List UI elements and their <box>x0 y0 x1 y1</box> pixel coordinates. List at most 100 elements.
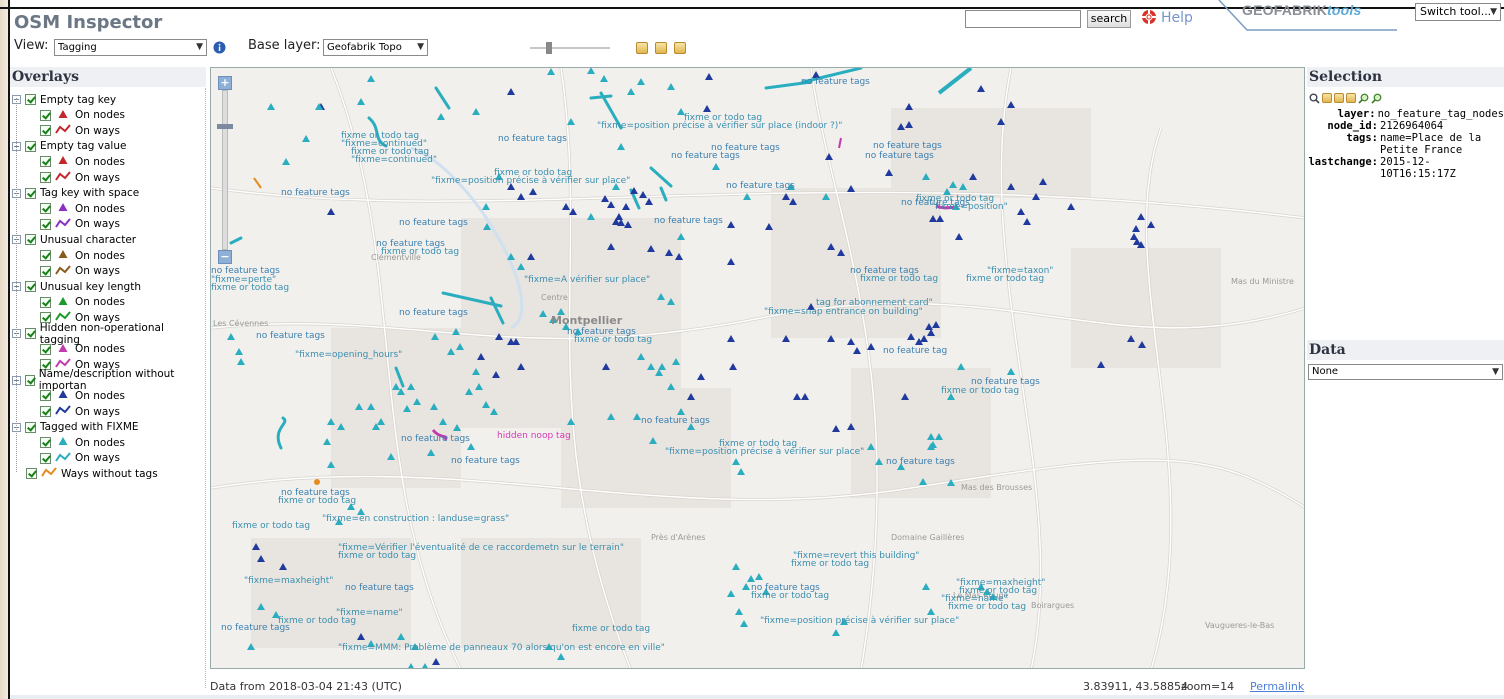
overlay-item[interactable]: On nodes <box>40 248 125 263</box>
switch-tool-select[interactable]: Switch tool... ▼ <box>1415 3 1501 21</box>
chevron-down-icon: ▼ <box>1492 367 1499 377</box>
overlay-checkbox[interactable] <box>24 374 35 386</box>
overlay-item[interactable]: On nodes <box>40 435 125 450</box>
permalink-link[interactable]: Permalink <box>1250 680 1304 693</box>
map-feature-label: no feature tags <box>399 218 468 228</box>
overlay-item[interactable]: On ways <box>40 451 120 466</box>
overlay-group[interactable]: − Tagged with FIXME <box>12 420 139 435</box>
overlay-checkbox[interactable] <box>40 109 51 121</box>
overlay-item[interactable]: On nodes <box>40 201 125 216</box>
zoom-to-icon[interactable] <box>1371 93 1382 104</box>
view-select[interactable]: Tagging ▼ <box>54 39 207 56</box>
overlay-checkbox[interactable] <box>40 172 51 183</box>
selection-field-lastchange: lastchange: 2015-12-10T16:15:17Z <box>1295 156 1504 180</box>
overlay-group[interactable]: − Tag key with space <box>12 186 139 201</box>
data-select[interactable]: None ▼ <box>1308 364 1503 380</box>
zoom-to-icon[interactable] <box>1358 93 1369 104</box>
zoom-in-button[interactable]: + <box>218 76 232 90</box>
overlay-checkbox[interactable] <box>40 203 51 215</box>
overlay-group[interactable]: − Empty tag value <box>12 139 126 154</box>
export-icon[interactable] <box>1334 93 1344 103</box>
lifebuoy-icon[interactable] <box>1141 9 1157 25</box>
overlay-checkbox[interactable] <box>40 265 51 277</box>
map-feature-label: "fixme=position précise à vérifier sur p… <box>665 446 864 457</box>
overlay-checkbox[interactable] <box>25 94 36 105</box>
overlay-group[interactable]: − Hidden non-operational tagging <box>12 322 205 346</box>
node-symbol-icon <box>55 435 71 450</box>
geofabrik-logo: GEOFABRIKtools <box>1242 2 1361 18</box>
map-canvas[interactable]: ClémentvilleCentreLes CévennesMas du Min… <box>211 68 1305 669</box>
overlay-checkbox[interactable] <box>24 328 36 339</box>
overlay-checkbox[interactable] <box>40 125 51 137</box>
overlay-checkbox[interactable] <box>25 234 36 246</box>
map-feature-label: fixme or todo tag <box>791 559 869 569</box>
zoom-out-button[interactable]: − <box>218 250 232 264</box>
field-key: lastchange: <box>1308 156 1378 168</box>
overlay-checkbox[interactable] <box>40 343 51 355</box>
overlay-checkbox[interactable] <box>25 187 36 199</box>
map-feature-label: "fixme=continued" <box>351 155 437 165</box>
overlay-checkbox[interactable] <box>25 281 36 293</box>
overlay-group[interactable]: − Unusual key length <box>12 279 141 294</box>
overlay-item-label: On ways <box>75 124 120 137</box>
base-layer-select[interactable]: Geofabrik Topo ▼ <box>323 39 428 56</box>
overlay-item[interactable]: Ways without tags <box>26 466 158 481</box>
overlay-checkbox[interactable] <box>40 390 51 402</box>
selection-field-node-id: node_id: 2126964064 <box>1307 120 1504 132</box>
map-feature-label: "fixme=position précise à vérifier sur p… <box>760 615 959 626</box>
info-icon[interactable] <box>213 41 226 54</box>
export-icon[interactable] <box>1322 93 1332 103</box>
map-feature-label: fixme or todo tag <box>860 274 938 284</box>
overlay-item[interactable]: On nodes <box>40 388 125 403</box>
map-feature-label: hidden noop tag <box>497 431 571 441</box>
overlay-checkbox[interactable] <box>40 452 51 464</box>
overlay-item[interactable]: On ways <box>40 404 120 419</box>
overlay-checkbox[interactable] <box>40 156 51 168</box>
overlay-item[interactable]: On nodes <box>40 295 125 310</box>
overlay-checkbox[interactable] <box>25 421 36 433</box>
overlay-item[interactable]: On nodes <box>40 342 125 357</box>
overlay-group[interactable]: − Unusual character <box>12 232 136 247</box>
overlay-checkbox[interactable] <box>40 218 51 230</box>
help-link[interactable]: Help <box>1161 10 1193 26</box>
export-icon[interactable] <box>636 42 648 54</box>
overlay-item[interactable]: On ways <box>40 123 120 138</box>
chevron-down-icon: ▼ <box>196 42 203 52</box>
data-header: Data <box>1307 340 1504 360</box>
overlay-checkbox[interactable] <box>40 250 51 261</box>
export-icon[interactable] <box>1346 93 1356 103</box>
overlay-item[interactable]: On ways <box>40 170 120 185</box>
overlay-checkbox[interactable] <box>25 140 36 152</box>
export-icon[interactable] <box>655 42 667 54</box>
zoom-bar[interactable] <box>222 90 228 250</box>
map-feature-label: fixme or todo tag <box>381 247 459 257</box>
overlay-item[interactable]: On ways <box>40 217 120 232</box>
zoom-handle[interactable] <box>217 124 233 129</box>
opacity-slider[interactable] <box>530 42 610 54</box>
overlay-item-label: On ways <box>75 171 120 184</box>
map-feature-label: fixme or todo tag <box>574 335 652 345</box>
map-feature-label: no feature tags <box>873 141 942 151</box>
way-symbol-icon <box>55 404 71 419</box>
overlay-group-label: Empty tag value <box>40 140 127 153</box>
overlay-group[interactable]: − Name/description without importan <box>12 368 205 392</box>
place-label: Centre <box>541 293 568 302</box>
overlay-checkbox[interactable] <box>40 406 51 417</box>
overlay-checkbox[interactable] <box>26 468 37 480</box>
search-input[interactable] <box>965 10 1081 28</box>
overlay-item[interactable]: On ways <box>40 264 120 279</box>
map-feature-label: no feature tag <box>883 346 947 356</box>
export-icon[interactable] <box>674 42 686 54</box>
magnifier-icon[interactable] <box>1309 93 1320 104</box>
overlay-checkbox[interactable] <box>40 437 51 449</box>
map-view[interactable]: Clémentville Centre Les Cévennes Mas du Min… <box>210 67 1305 669</box>
overlay-item[interactable]: On nodes <box>40 108 125 123</box>
search-button[interactable]: search <box>1087 10 1131 28</box>
place-label: Mas du Ministre <box>1231 277 1294 286</box>
overlay-checkbox[interactable] <box>40 296 51 308</box>
overlay-group[interactable]: − Empty tag key <box>12 92 116 107</box>
way-symbol-icon <box>55 123 71 138</box>
overlay-item-label: On nodes <box>75 109 125 122</box>
node-symbol-icon <box>55 248 71 263</box>
overlay-item[interactable]: On nodes <box>40 154 125 169</box>
